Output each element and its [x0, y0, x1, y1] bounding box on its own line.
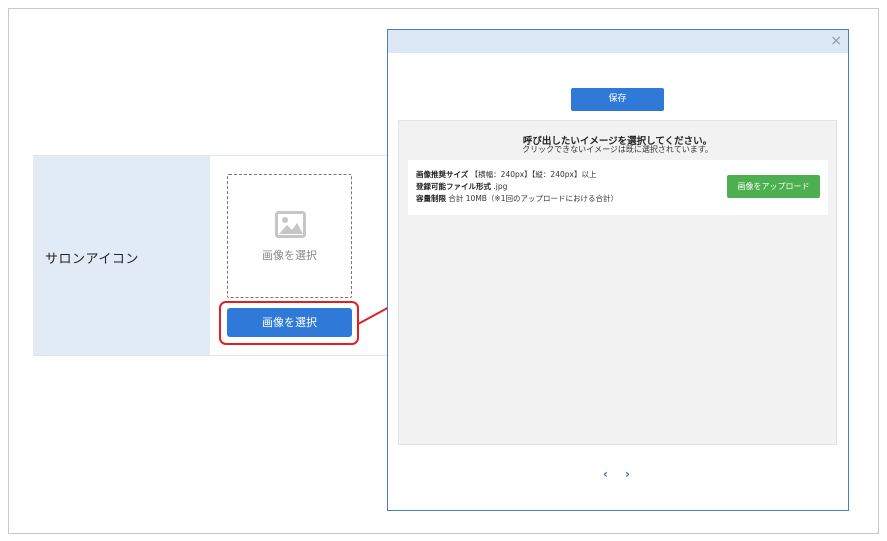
size-value: 【横幅：240px】【縦：240px】以上: [470, 170, 597, 179]
form-label-cell: サロンアイコン: [33, 156, 211, 355]
format-info: 登録可能ファイル形式 .jpg: [416, 181, 507, 192]
upload-image-button[interactable]: 画像をアップロード: [727, 175, 820, 198]
capacity-value: 合計 10MB（※1回のアップロードにおける合計）: [448, 194, 618, 203]
image-list-panel: 呼び出したいイメージを選択してください。 クリックできないイメージは既に選択され…: [398, 120, 837, 445]
modal-header: ×: [388, 30, 848, 53]
format-value: .jpg: [493, 182, 508, 191]
format-label: 登録可能ファイル形式: [416, 182, 491, 191]
select-image-button[interactable]: 画像を選択: [227, 308, 352, 337]
capacity-info: 容量制限 合計 10MB（※1回のアップロードにおける合計）: [416, 193, 618, 204]
image-drop-label: 画像を選択: [262, 249, 317, 262]
next-page-icon[interactable]: ›: [625, 467, 630, 481]
capacity-label: 容量制限: [416, 194, 446, 203]
salon-icon-label: サロンアイコン: [45, 252, 139, 267]
image-icon: [275, 211, 306, 238]
image-select-modal: × 保存 呼び出したいイメージを選択してください。 クリックできないイメージは既…: [387, 29, 849, 511]
close-icon[interactable]: ×: [830, 33, 842, 49]
prev-page-icon[interactable]: ‹: [603, 467, 608, 481]
upload-info-box: 画像推奨サイズ 【横幅：240px】【縦：240px】以上 登録可能ファイル形式…: [408, 160, 828, 215]
size-label: 画像推奨サイズ: [416, 170, 469, 179]
image-drop-area[interactable]: 画像を選択: [227, 174, 352, 298]
size-info: 画像推奨サイズ 【横幅：240px】【縦：240px】以上: [416, 169, 596, 180]
save-button[interactable]: 保存: [571, 88, 664, 111]
panel-subtitle: クリックできないイメージは既に選択されています。: [522, 145, 713, 154]
